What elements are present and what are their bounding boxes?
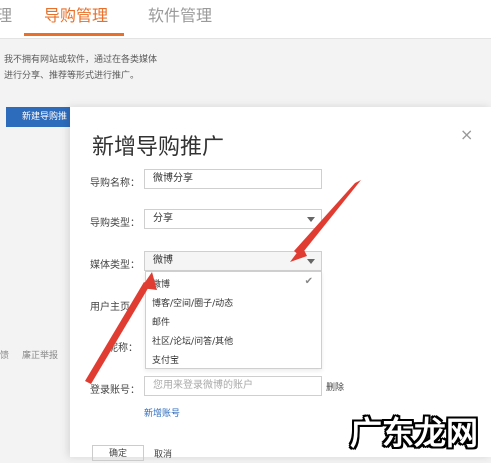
watermark-text: 广东龙网 bbox=[350, 414, 479, 452]
arrow-to-dropdown-options bbox=[85, 272, 157, 384]
arrow-to-media-select bbox=[290, 180, 361, 262]
annotation-arrows bbox=[85, 180, 361, 384]
